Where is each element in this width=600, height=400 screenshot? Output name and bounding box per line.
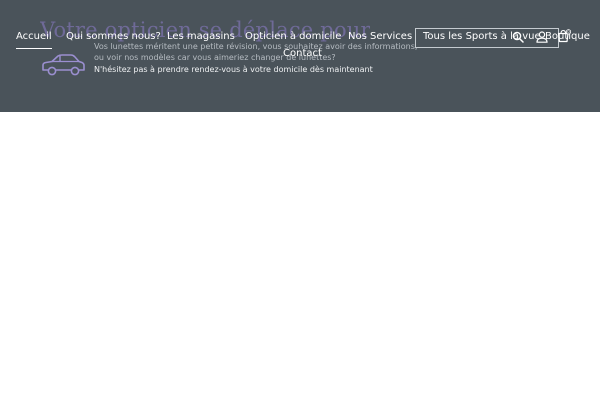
hero-line-2: ou voir nos modèles car vous aimeriez ch… [94,53,336,62]
nav-item-opticien-a-domicile[interactable]: Opticien à domicile [245,30,341,44]
nav-item-contact[interactable]: Contact [283,47,322,61]
cart-icon[interactable]: 0 [557,29,571,43]
user-icon[interactable] [536,31,548,43]
nav-item-les-magasins[interactable]: Les magasins [167,30,235,44]
nav-item-nos-services[interactable]: Nos Services [348,30,412,44]
hero-line-3: N'hésitez pas à prendre rendez-vous à vo… [94,65,373,74]
hero-text: Vos lunettes méritent une petite révisio… [94,41,417,75]
page-body [0,112,600,400]
car-icon [42,54,85,76]
nav-item-accueil[interactable]: Accueil [16,30,52,49]
nav-item-qui-sommes-nous[interactable]: Qui sommes nous? [66,30,161,44]
site-header: Votre opticien se déplace pour vous Vos … [0,0,600,112]
search-icon[interactable] [512,31,524,43]
